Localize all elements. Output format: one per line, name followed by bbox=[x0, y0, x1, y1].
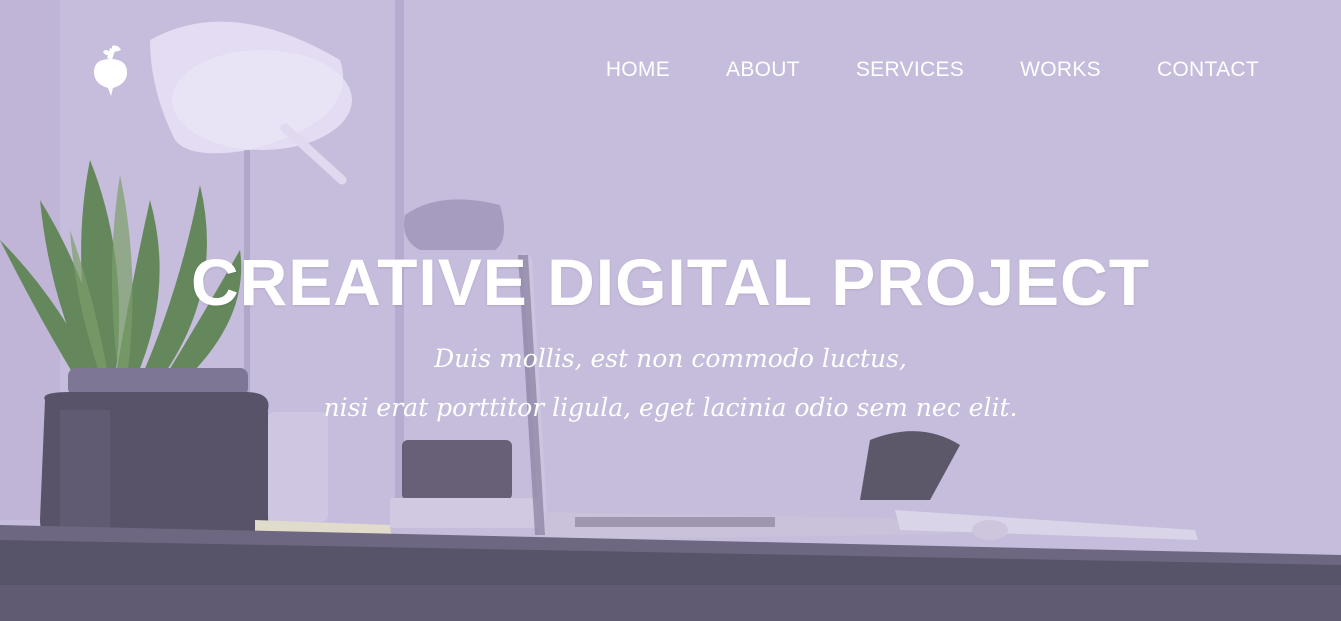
nav-about-link[interactable]: ABOUT bbox=[726, 58, 800, 82]
hero-title: CREATIVE DIGITAL PROJECT bbox=[190, 245, 1151, 319]
nav-contact-link[interactable]: CONTACT bbox=[1157, 58, 1259, 82]
hero-section: HOME ABOUT SERVICES WORKS CONTACT CREATI… bbox=[0, 0, 1341, 621]
hero-subtitle-line-1: Duis mollis, est non commodo luctus, bbox=[434, 344, 907, 373]
main-nav: HOME ABOUT SERVICES WORKS CONTACT bbox=[606, 58, 1259, 82]
nav-works-link[interactable]: WORKS bbox=[1020, 58, 1101, 82]
nav-home-link[interactable]: HOME bbox=[606, 58, 670, 82]
hero-subtitle-line-2: nisi erat porttitor ligula, eget lacinia… bbox=[323, 393, 1018, 422]
nav-services-link[interactable]: SERVICES bbox=[856, 58, 964, 82]
beet-icon[interactable] bbox=[88, 44, 132, 98]
